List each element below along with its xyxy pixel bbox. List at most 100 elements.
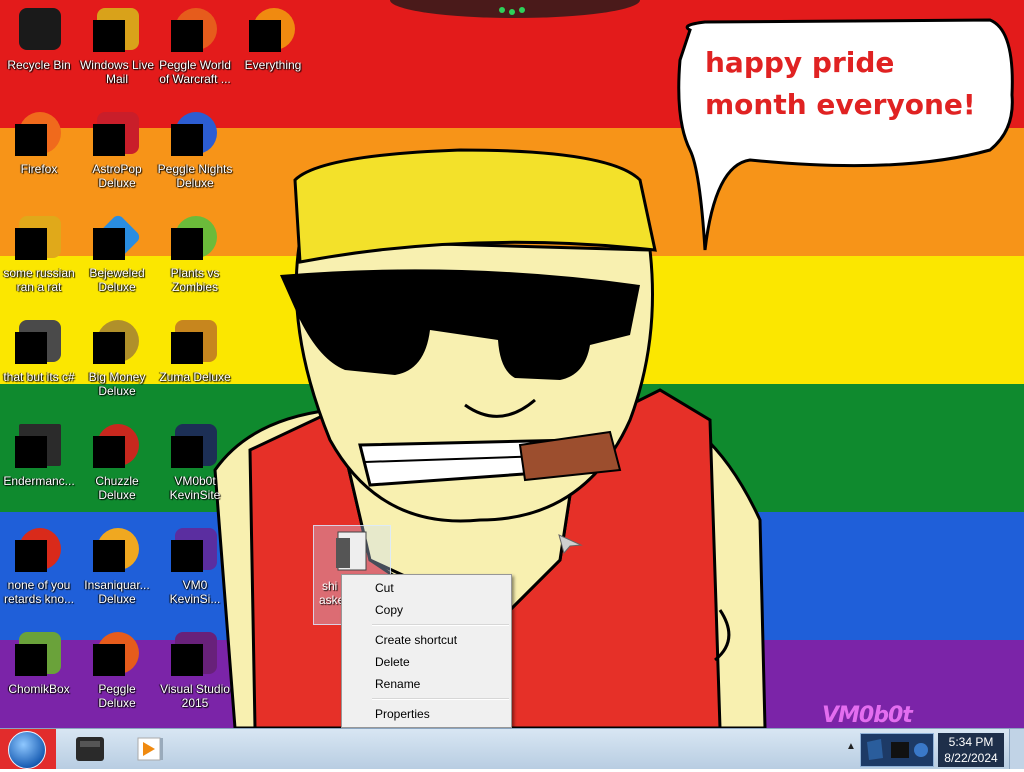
peggle-deluxe-icon <box>93 630 141 678</box>
recycle-bin-icon <box>15 6 63 54</box>
icon-label: Insaniquar... Deluxe <box>84 578 150 606</box>
censor-box <box>93 124 125 156</box>
desktop-icon-zuma[interactable]: Zuma Deluxe <box>156 318 234 384</box>
icon-label: Bejeweled Deluxe <box>89 266 145 294</box>
start-button[interactable] <box>0 729 56 769</box>
desktop-icon-visual-studio[interactable]: Visual Studio 2015 <box>156 630 234 710</box>
desktop-icon-none-of-you[interactable]: none of you retards kno... <box>0 526 78 606</box>
censor-box <box>15 228 47 260</box>
icon-label: Visual Studio 2015 <box>160 682 230 710</box>
desktop-icon-rat-app[interactable]: some russian ran a rat <box>0 214 78 294</box>
rat-app-icon <box>15 214 63 262</box>
tray-network-icon <box>867 739 928 760</box>
icon-label: that but its c# <box>3 370 75 384</box>
console-icon <box>15 422 63 470</box>
context-menu: Cut Copy Create shortcut Delete Rename P… <box>341 574 512 728</box>
censor-box <box>93 332 125 364</box>
desktop-icon-peggle-deluxe[interactable]: Peggle Deluxe <box>78 630 156 710</box>
icon-label: Peggle Deluxe <box>98 682 136 710</box>
taskbar-explorer-button[interactable] <box>62 731 118 767</box>
mail-icon <box>93 6 141 54</box>
mouse-cursor-icon <box>558 534 583 555</box>
desktop-icon-endermanc[interactable]: Endermanc... <box>0 422 78 488</box>
menu-item-cut[interactable]: Cut <box>342 577 511 599</box>
censor-box <box>93 436 125 468</box>
icon-label: ChomikBox <box>8 682 70 696</box>
icon-label: Plants vs Zombies <box>170 266 220 294</box>
everything-search-icon <box>249 6 297 54</box>
icon-label: VM0 KevinSi... <box>169 578 221 606</box>
menu-item-create-shortcut[interactable]: Create shortcut <box>342 629 511 651</box>
tray-icons-group[interactable] <box>860 733 934 767</box>
zuma-icon <box>171 318 219 366</box>
censor-box <box>93 644 125 676</box>
censor-box <box>93 540 125 572</box>
visual-studio-icon <box>171 630 219 678</box>
chuzzle-icon <box>93 422 141 470</box>
icon-label: some russian ran a rat <box>3 266 75 294</box>
censor-box <box>171 20 203 52</box>
icon-label: Big Money Deluxe <box>88 370 146 398</box>
censor-box <box>15 436 47 468</box>
taskbar-media-player-button[interactable] <box>122 731 178 767</box>
show-desktop-button[interactable] <box>1009 729 1024 769</box>
censor-box <box>93 228 125 260</box>
censor-box <box>15 644 47 676</box>
clock-date: 8/22/2024 <box>944 751 998 765</box>
icon-label: Chuzzle Deluxe <box>95 474 139 502</box>
censor-box <box>249 20 281 52</box>
desktop-icon-chuzzle[interactable]: Chuzzle Deluxe <box>78 422 156 502</box>
menu-separator <box>372 698 509 700</box>
desktop-icon-windows-live-mail[interactable]: Windows Live Mail <box>78 6 156 86</box>
desktop-icon-recycle-bin[interactable]: Recycle Bin <box>0 6 78 72</box>
menu-item-rename[interactable]: Rename <box>342 673 511 695</box>
watermark: VM0b0t <box>822 703 913 728</box>
peggle-nights-icon <box>171 110 219 158</box>
icon-label: none of you retards kno... <box>3 578 75 606</box>
clock-time: 5:34 PM <box>948 735 994 749</box>
desktop-icon-firefox[interactable]: Firefox <box>0 110 78 176</box>
desktop-icon-kevinsite[interactable]: VM0b0t KevinSite <box>156 422 234 502</box>
censor-box <box>171 644 203 676</box>
desktop-icon-big-money[interactable]: Big Money Deluxe <box>78 318 156 398</box>
astropop-icon <box>93 110 141 158</box>
desktop-icon-insaniquarium[interactable]: Insaniquar... Deluxe <box>78 526 156 606</box>
desktop-icon-csharp[interactable]: that but its c# <box>0 318 78 384</box>
firefox-icon <box>15 110 63 158</box>
censor-box <box>171 332 203 364</box>
menu-item-properties[interactable]: Properties <box>342 703 511 725</box>
desktop-icon-peggle-nights[interactable]: Peggle Nights Deluxe <box>156 110 234 190</box>
icon-label: Everything <box>244 58 302 72</box>
menu-item-delete[interactable]: Delete <box>342 651 511 673</box>
icon-label: Peggle Nights Deluxe <box>157 162 233 190</box>
insaniquarium-icon <box>93 526 141 574</box>
archive-icon <box>336 531 367 571</box>
taskbar: ▲ 5:34 PM 8/22/2024 <box>0 728 1024 769</box>
censor-box <box>15 124 47 156</box>
censor-box <box>15 332 47 364</box>
icon-base <box>19 8 61 50</box>
censor-box <box>171 124 203 156</box>
icon-label: AstroPop Deluxe <box>92 162 142 190</box>
desktop[interactable]: happy pride month everyone! VM0b0t Recyc… <box>0 0 1024 728</box>
windows-logo-icon <box>8 731 46 769</box>
clock[interactable]: 5:34 PM 8/22/2024 <box>938 733 1004 767</box>
icon-label: Peggle World of Warcraft ... <box>159 58 231 86</box>
show-hidden-icons-button[interactable]: ▲ <box>846 741 856 752</box>
desktop-icon-astropop[interactable]: AstroPop Deluxe <box>78 110 156 190</box>
icon-label: Zuma Deluxe <box>159 370 231 384</box>
desktop-icon-everything[interactable]: Everything <box>234 6 312 72</box>
menu-item-copy[interactable]: Copy <box>342 599 511 621</box>
media-player-icon <box>137 737 163 761</box>
icon-label: VM0b0t KevinSite <box>169 474 221 502</box>
windows-stack-icon <box>15 318 63 366</box>
icon-label: Windows Live Mail <box>79 58 155 86</box>
desktop-icon-chomikbox[interactable]: ChomikBox <box>0 630 78 696</box>
desktop-icon-vm0-kevinsite[interactable]: VM0 KevinSi... <box>156 526 234 606</box>
desktop-icon-peggle-wow[interactable]: Peggle World of Warcraft ... <box>156 6 234 86</box>
icon-label: Recycle Bin <box>7 58 71 72</box>
icon-label: Endermanc... <box>3 474 75 488</box>
vs-file-icon <box>171 526 219 574</box>
desktop-icon-bejeweled[interactable]: Bejeweled Deluxe <box>78 213 156 294</box>
desktop-icon-pvz[interactable]: Plants vs Zombies <box>156 214 234 294</box>
